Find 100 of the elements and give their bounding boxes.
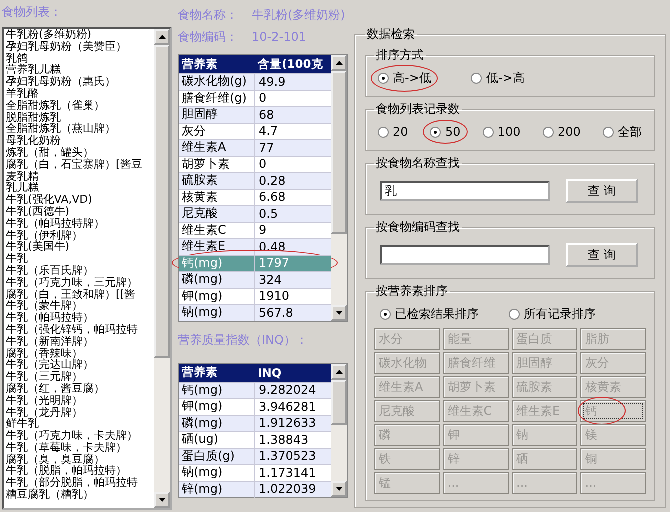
table-row[interactable]: 维生素E 0.48 [179,238,331,254]
radio-dot[interactable] [378,72,389,84]
radio-dot[interactable] [378,126,389,138]
table-row[interactable]: 胆固醇 68 [179,106,331,122]
list-item[interactable]: 孕妇乳母奶粉（惠氏） [6,76,154,88]
radio-option[interactable]: 50 [430,125,461,139]
radio-dot[interactable] [542,126,554,138]
list-item[interactable]: 牛乳（新南洋牌） [6,336,154,348]
table-cell-text: 49.9 [258,74,287,89]
table-cell-text: 6.68 [258,190,287,204]
query-button[interactable]: 查 询 [566,179,638,203]
list-item[interactable]: 牛乳（帕玛拉特） [6,312,154,324]
table-cell-text: 1797 [258,256,291,270]
up-arrow-icon [336,61,342,65]
list-item[interactable]: 腐乳（红，酱豆腐） [6,382,154,395]
column-header: 营养素 [181,365,219,380]
table-cell: 胆固醇 [179,106,255,124]
list-item[interactable]: 牛乳（巧克力味，卡夫牌） [6,430,154,442]
scrollbar[interactable] [154,29,170,508]
list-item[interactable]: 牛乳（蒙牛牌） [6,300,154,312]
list-item[interactable]: 全脂甜炼乳（雀巢） [6,100,154,112]
table-row[interactable]: 钠(mg) 567.8 [179,304,331,320]
scrollbar[interactable] [331,55,347,320]
radio-option[interactable]: 100 [482,125,521,139]
list-item[interactable]: 腐乳（白，王致和牌）[[酱 [6,288,154,300]
radio-dot[interactable] [430,126,442,138]
table-row[interactable]: 磷(mg) 1.912633 [179,414,331,431]
list-item[interactable]: 牛乳（草莓味，卡夫牌） [6,442,154,454]
list-item[interactable]: 营养乳儿糕 [6,64,154,76]
list-item[interactable]: 牛乳 [6,253,154,265]
list-item[interactable]: 母乳化奶粉 [6,135,154,147]
table-cell-text: 9 [258,223,268,238]
table-row[interactable]: 蛋白质(g) 1.370523 [179,448,331,464]
table-row[interactable]: 磷(mg) 324 [179,271,331,288]
column-header: INQ [257,366,283,380]
list-item[interactable]: 孕妇乳母奶粉（美赞臣） [6,40,154,53]
table-cell-text: 324 [258,272,283,287]
list-item[interactable]: 牛乳（伊利牌） [6,230,154,242]
list-item[interactable]: 牛乳(强化VA,VD) [6,194,154,206]
list-item[interactable]: 牛乳（光明牌） [6,394,154,406]
list-item[interactable]: 糟豆腐乳（糟乳） [6,489,154,501]
radio-dot[interactable] [380,308,391,320]
scrollbar[interactable] [331,364,347,497]
radio-option[interactable]: 200 [542,125,581,139]
radio-dot[interactable] [471,72,482,84]
table-row[interactable]: 钙(mg) 9.282024 [179,382,331,398]
list-item[interactable]: 羊乳酪 [6,88,154,100]
list-item[interactable]: 牛乳(西德牛) [6,206,154,218]
radio-option[interactable]: 全部 [603,124,642,140]
list-item[interactable]: 全脂甜炼乳（燕山牌） [6,123,154,136]
list-item[interactable]: 牛乳（乐百氏牌） [6,264,154,277]
table-row[interactable]: 硫胺素 0.28 [179,172,331,188]
inq-label: 营养质量指数（INQ）： [178,332,309,348]
list-item[interactable]: 麦乳精 [6,170,154,182]
list-item[interactable]: 牛乳粉(多维奶粉) [6,29,154,41]
list-item[interactable]: 牛乳（强化锌钙，帕玛拉特 [6,324,154,336]
list-item[interactable]: 腐乳（香辣味） [6,348,154,360]
table-cell: 钙(mg) [179,382,255,399]
list-item[interactable]: 腐乳（白，石宝寨牌）[酱豆 [6,158,154,171]
query-button[interactable]: 查 询 [566,243,638,267]
table-cell-text: 0 [258,157,268,172]
table-cell-text: 1.370523 [258,449,318,464]
up-arrow-icon [336,370,342,374]
input-field[interactable] [380,245,550,265]
table-row[interactable]: 碳水化物(g) 49.9 [179,73,331,90]
list-item[interactable]: 牛乳（龙丹牌） [6,406,154,418]
list-item[interactable]: 牛乳(美国牛) [6,241,154,254]
list-item[interactable]: 牛乳（部分脱脂，帕玛拉特 [6,477,154,490]
list-item[interactable]: 腐乳（臭，臭豆腐） [6,454,154,466]
list-item[interactable]: 牛乳（三元牌） [6,371,154,383]
table-row[interactable]: 尼克酸 0.5 [179,205,331,222]
radio-dot[interactable] [603,126,614,138]
list-item[interactable]: 鲜牛乳 [6,418,154,430]
radio-dot[interactable] [482,126,494,138]
table-cell-text: 0.5 [258,206,280,221]
group-title: 数据检索 [366,26,416,43]
down-arrow-icon [158,498,166,502]
radio-option[interactable]: 高->低 [378,70,432,86]
list-item[interactable]: 炼乳（甜，罐头） [6,146,154,159]
group-title: 按营养素排序 [375,283,449,300]
table-cell-text: 68 [258,108,276,122]
radio-option[interactable]: 20 [378,125,408,139]
table-row[interactable]: 锌(mg) 1.022039 [179,480,331,497]
radio-option[interactable]: 已检索结果排序 [380,306,479,322]
list-item[interactable]: 牛乳（巧克力味，三元牌） [6,276,154,289]
down-arrow-icon [336,310,342,314]
list-item[interactable]: 脱脂甜炼乳 [6,112,154,124]
table-cell-text: 1.173141 [258,466,318,480]
table-cell: 磷(mg) [179,271,255,288]
radio-dot[interactable] [509,308,520,320]
list-item[interactable]: 牛乳（帕玛拉特牌） [6,218,154,230]
table-row[interactable]: 维生素A 77 [179,139,331,156]
list-item[interactable]: 牛乳（完达山牌） [6,359,154,372]
input-field[interactable]: 乳 [380,181,550,201]
list-item[interactable]: 乳鸽 [6,52,154,64]
list-item[interactable]: 牛乳（脱脂，帕玛拉特） [6,465,154,478]
list-item[interactable]: 乳儿糕 [6,182,154,194]
radio-option[interactable]: 所有记录排序 [509,306,596,322]
table-cell-text: 1.022039 [258,482,318,496]
radio-option[interactable]: 低->高 [471,70,525,86]
